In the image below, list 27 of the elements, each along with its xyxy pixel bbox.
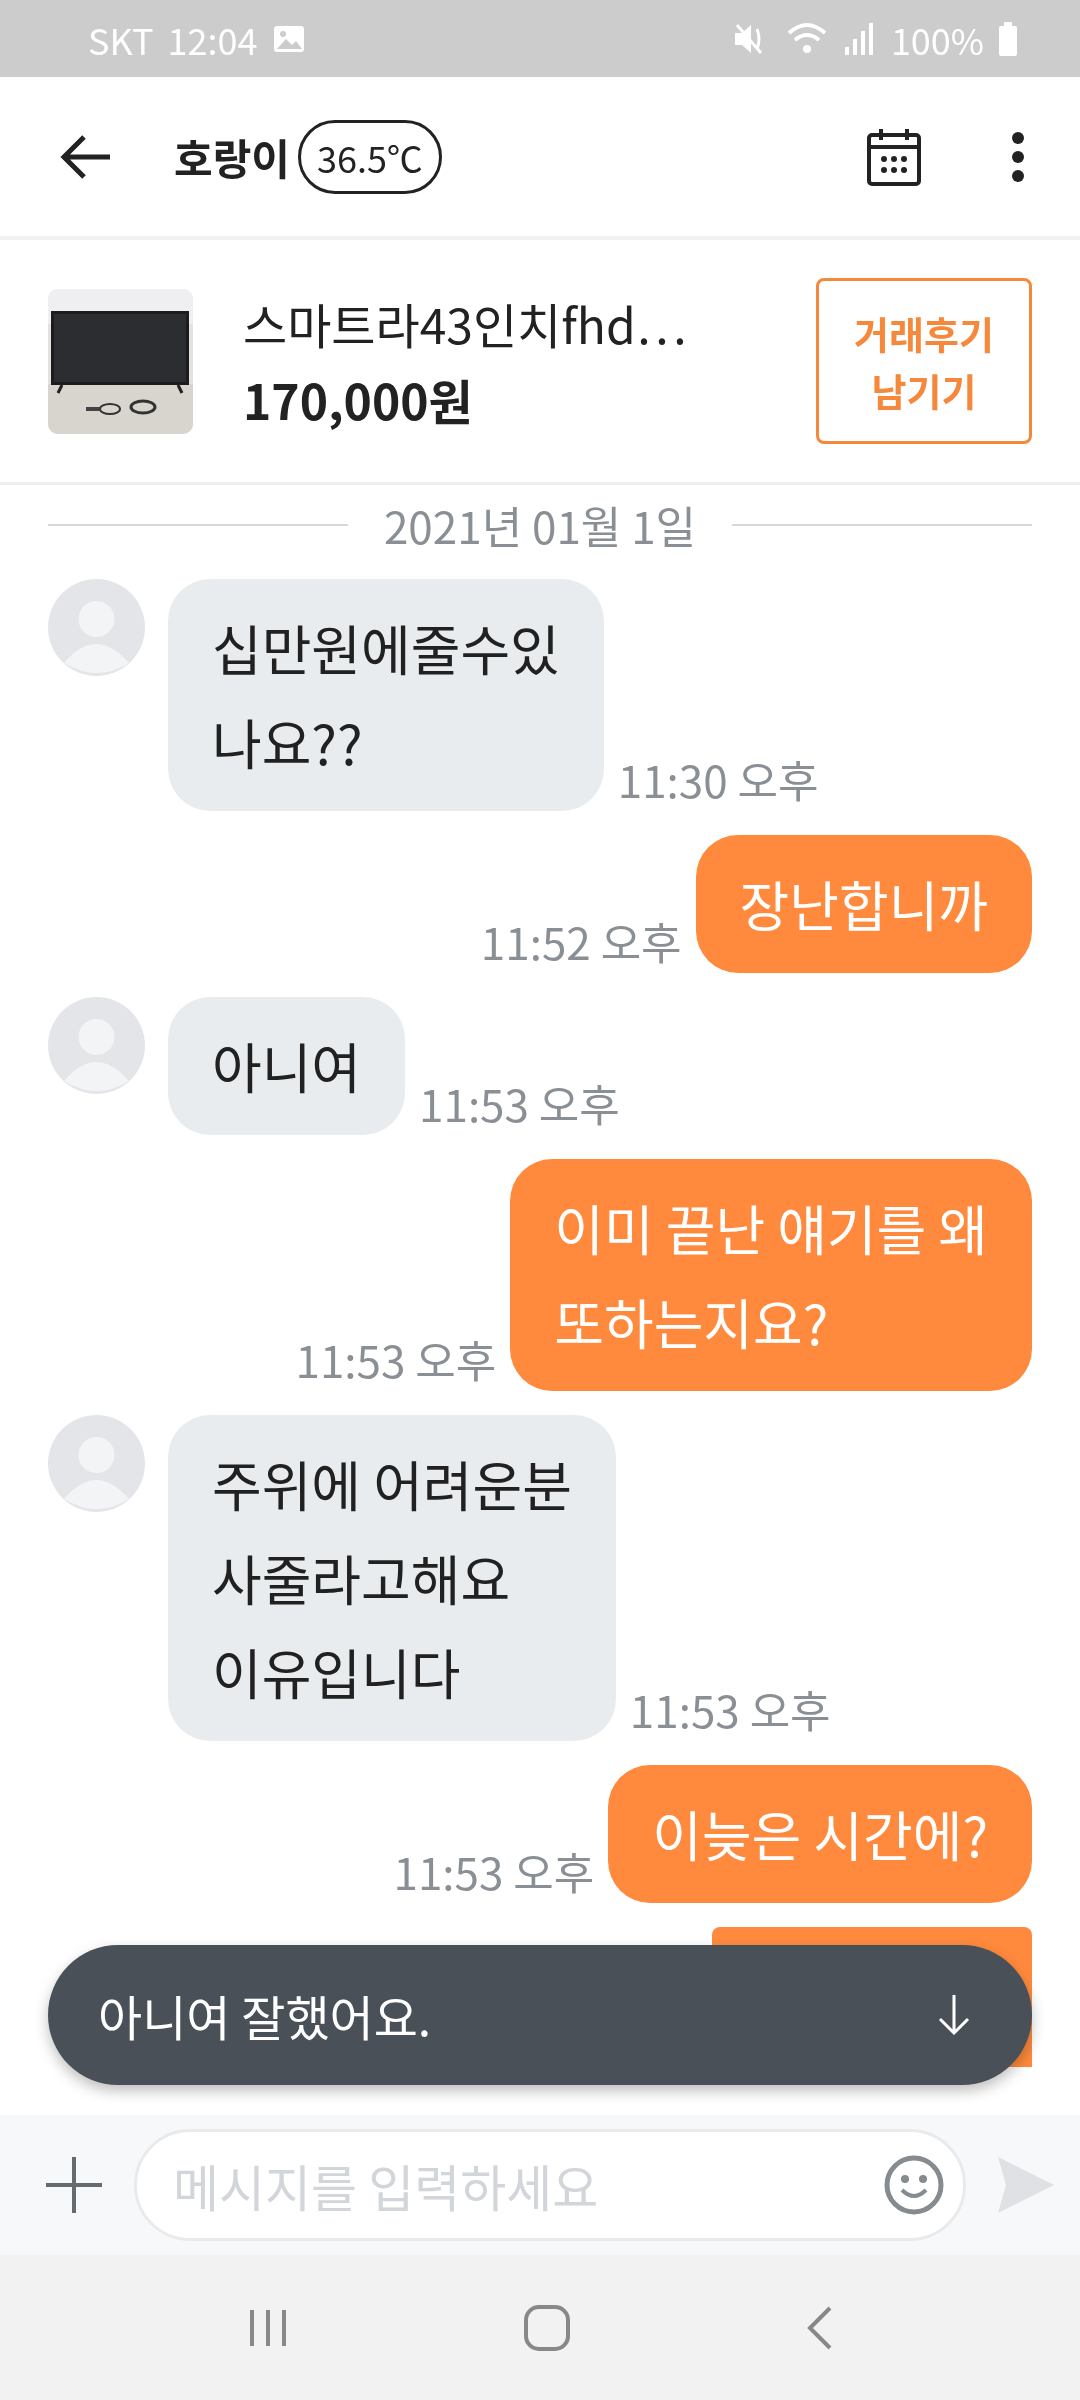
- battery-icon: [998, 21, 1018, 56]
- message-time: 11:52 오후: [480, 909, 682, 973]
- message-time: 11:53 오후: [393, 1839, 595, 1903]
- emoji-icon[interactable]: [884, 2155, 944, 2215]
- calendar-icon[interactable]: [866, 126, 922, 187]
- message-bubble: 주위에 어려운분 사줄라고해요 이유입니다: [168, 1415, 616, 1741]
- message-bubble: 십만원에줄수있 나요??: [168, 579, 604, 811]
- date-divider-text: 2021년 01월 1일: [383, 493, 697, 557]
- user-name: 호랑이: [174, 126, 290, 187]
- add-icon[interactable]: [44, 2155, 104, 2215]
- more-options-icon[interactable]: [1010, 130, 1026, 183]
- message-time: 11:53 오후: [419, 1071, 620, 1135]
- product-price: 170,000원: [243, 364, 474, 434]
- home-icon[interactable]: [523, 2303, 571, 2352]
- image-icon: [271, 23, 306, 54]
- message-time: 11:30 오후: [617, 747, 819, 811]
- message-bubble: 이늦은 시간에?: [608, 1765, 1032, 1903]
- message-bubble: 이미 끝난 얘기를 왜 또하는지요?: [510, 1159, 1032, 1391]
- message-bubble: 아니여: [168, 997, 406, 1135]
- product-title: 스마트라43인치fhd…: [243, 288, 688, 358]
- message-time: 11:53 오후: [629, 1677, 831, 1741]
- manner-temperature-badge: 36.5℃: [297, 119, 442, 194]
- message-preview-toast[interactable]: 아니여 잘했어요.: [48, 1945, 1032, 2085]
- toast-text: 아니여 잘했어요.: [98, 1980, 432, 2050]
- message-time: 11:53 오후: [295, 1327, 497, 1391]
- down-arrow-icon[interactable]: [936, 1993, 972, 2037]
- message-bubble: 장난합니까: [695, 835, 1032, 973]
